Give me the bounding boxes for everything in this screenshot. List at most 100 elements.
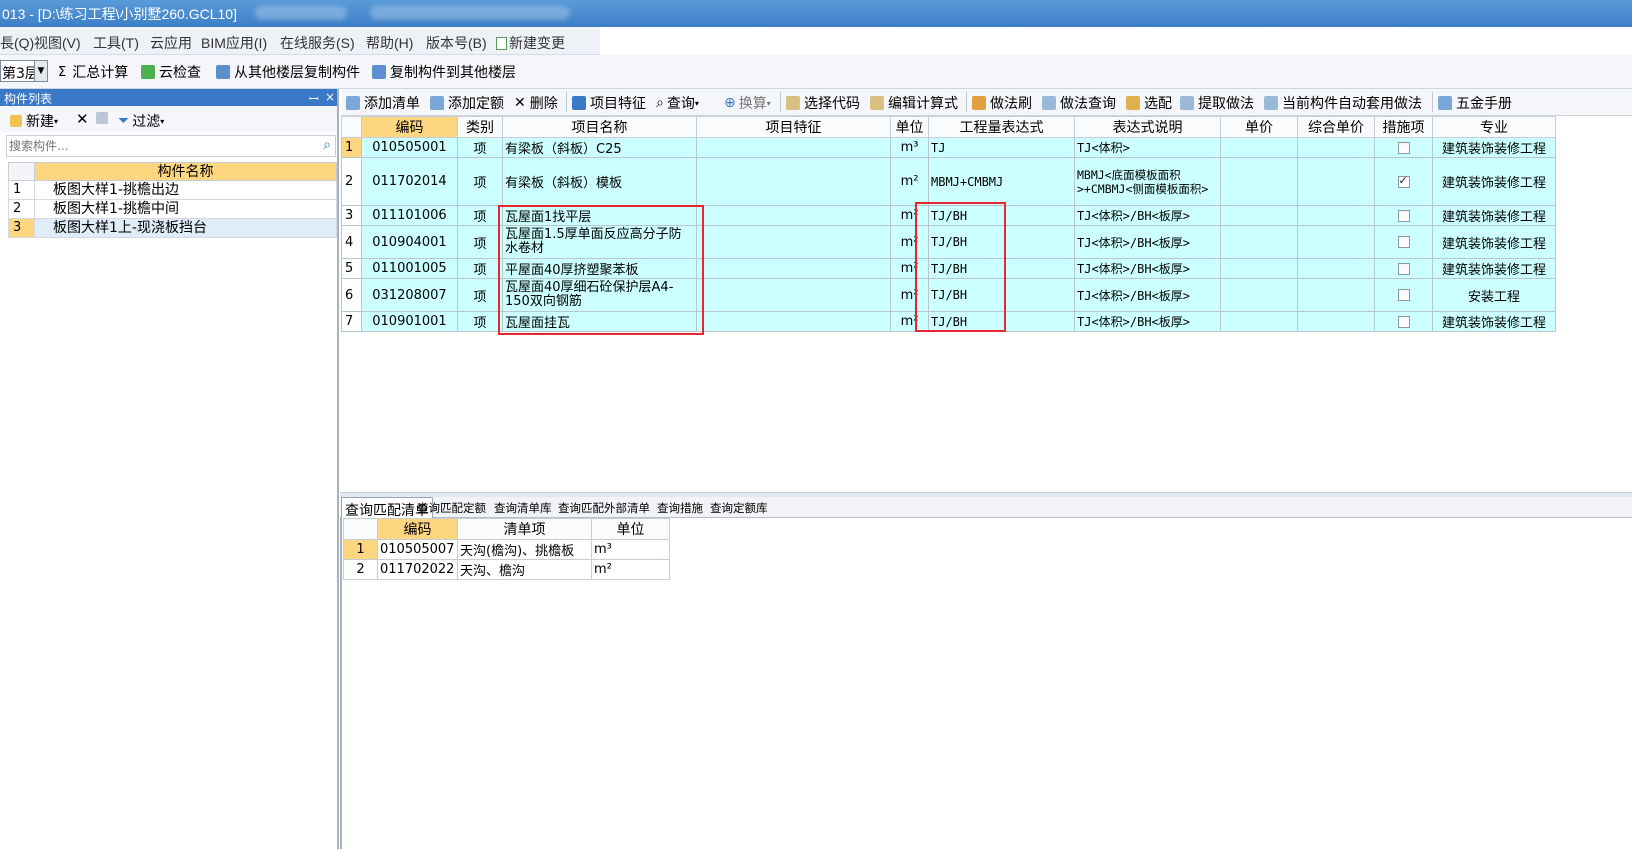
cell-name[interactable]: 有梁板（斜板）模板 xyxy=(502,157,697,206)
cell-price[interactable] xyxy=(1220,157,1298,206)
delete-button[interactable]: ✕ 删除 xyxy=(514,93,558,113)
tab-query-quota-library[interactable]: 查询定额库 xyxy=(710,500,768,516)
cell-code[interactable]: 011001005 xyxy=(361,258,458,279)
edit-formula-button[interactable]: 编辑计算式 xyxy=(870,93,958,113)
cell-expression[interactable]: MBMJ+CMBMJ xyxy=(928,157,1075,206)
item-feature-button[interactable]: 项目特征 xyxy=(572,93,646,113)
component-row[interactable]: 1 板图大样1-挑檐出边 xyxy=(8,181,337,200)
cell-name[interactable]: 有梁板（斜板）C25 xyxy=(502,137,697,158)
filter-button[interactable]: ⏷ 过滤 ▾ xyxy=(118,111,164,131)
cell-code[interactable]: 011702014 xyxy=(361,157,458,206)
column-header-name[interactable]: 构件名称 xyxy=(35,163,336,180)
column-header-unit[interactable]: 单位 xyxy=(591,518,670,540)
measure-checkbox-checked[interactable] xyxy=(1397,174,1410,188)
column-header-bill-item[interactable]: 清单项 xyxy=(457,518,592,540)
component-row[interactable]: 2 板图大样1-挑檐中间 xyxy=(8,200,337,219)
cell-major[interactable]: 建筑装饰装修工程 xyxy=(1432,258,1556,279)
cell-feature[interactable] xyxy=(696,258,891,279)
column-header-feature[interactable]: 项目特征 xyxy=(696,116,891,138)
method-query-button[interactable]: 做法查询 xyxy=(1042,93,1116,113)
delete-component-button[interactable]: ✕ xyxy=(76,110,89,128)
cell-major[interactable]: 建筑装饰装修工程 xyxy=(1432,157,1556,206)
cell-expression[interactable]: TJ xyxy=(928,137,1075,158)
cell-feature[interactable] xyxy=(696,157,891,206)
cell-major[interactable]: 建筑装饰装修工程 xyxy=(1432,137,1556,158)
menu-item-help[interactable]: 帮助(H) xyxy=(366,33,413,53)
column-header-expression[interactable]: 工程量表达式 xyxy=(928,116,1075,138)
column-header-code[interactable]: 编码 xyxy=(361,116,458,138)
menu-item-new-change[interactable]: 新建变更 xyxy=(496,33,565,53)
hardware-manual-button[interactable]: 五金手册 xyxy=(1438,93,1512,113)
measure-checkbox[interactable] xyxy=(1397,209,1410,222)
component-row-selected[interactable]: 3 板图大样1上-现浇板挡台 xyxy=(8,219,337,238)
pin-icon[interactable]: ꟷ xyxy=(309,90,319,107)
tab-query-bill-library[interactable]: 查询清单库 xyxy=(494,500,552,516)
column-header-measure[interactable]: 措施项 xyxy=(1374,116,1433,138)
column-header-unit[interactable]: 单位 xyxy=(890,116,929,138)
menu-item-edit[interactable]: 長(Q) xyxy=(0,33,34,53)
cell-code[interactable]: 010901001 xyxy=(361,311,458,332)
cell-type[interactable]: 项 xyxy=(457,258,503,279)
measure-checkbox[interactable] xyxy=(1397,289,1410,301)
cell-major[interactable]: 安装工程 xyxy=(1432,278,1556,312)
match-row[interactable]: 1 010505007 天沟(檐沟)、挑檐板 m³ xyxy=(343,539,670,560)
add-bill-button[interactable]: 添加清单 xyxy=(346,93,420,113)
bill-row[interactable]: 1 010505001 项 有梁板（斜板）C25 m³ TJ TJ<体积> 建筑… xyxy=(341,137,1556,158)
menu-item-view[interactable]: 视图(V) xyxy=(34,33,81,53)
tab-query-measures[interactable]: 查询措施 xyxy=(657,500,703,516)
bill-row[interactable]: 2 011702014 项 有梁板（斜板）模板 m² MBMJ+CMBMJ MB… xyxy=(341,157,1556,206)
match-row[interactable]: 2 011702022 天沟、檐沟 m² xyxy=(343,559,670,580)
cell-unit[interactable]: m² xyxy=(890,157,929,206)
column-header-composite-price[interactable]: 综合单价 xyxy=(1297,116,1375,138)
column-header-major[interactable]: 专业 xyxy=(1432,116,1556,138)
cell-major[interactable]: 建筑装饰装修工程 xyxy=(1432,311,1556,332)
column-header-code[interactable]: 编码 xyxy=(377,518,458,540)
cell-code[interactable]: 031208007 xyxy=(361,278,458,312)
search-input[interactable] xyxy=(9,138,309,154)
cell-code[interactable]: 011101006 xyxy=(361,205,458,226)
cell-feature[interactable] xyxy=(696,311,891,332)
cell-price[interactable] xyxy=(1220,205,1298,226)
measure-checkbox[interactable] xyxy=(1397,141,1410,154)
add-quota-button[interactable]: 添加定额 xyxy=(430,93,504,113)
cell-unit[interactable]: m³ xyxy=(890,137,929,158)
auto-apply-method-button[interactable]: 当前构件自动套用做法 xyxy=(1264,93,1422,113)
query-button[interactable]: ⌕ 查询 ▾ xyxy=(656,93,699,113)
measure-checkbox[interactable] xyxy=(1397,315,1410,328)
chevron-down-icon[interactable]: ▼ xyxy=(34,61,47,81)
cell-type[interactable]: 项 xyxy=(457,157,503,206)
cell-type[interactable]: 项 xyxy=(457,205,503,226)
cell-feature[interactable] xyxy=(696,137,891,158)
measure-checkbox[interactable] xyxy=(1397,262,1410,275)
menu-item-online-service[interactable]: 在线服务(S) xyxy=(280,33,355,53)
extract-method-button[interactable]: 提取做法 xyxy=(1180,93,1254,113)
select-match-button[interactable]: 选配 xyxy=(1126,93,1172,113)
cell-type[interactable]: 项 xyxy=(457,137,503,158)
cell-code[interactable]: 010505001 xyxy=(361,137,458,158)
column-header-expression-desc[interactable]: 表达式说明 xyxy=(1074,116,1221,138)
cell-price[interactable] xyxy=(1220,278,1298,312)
search-icon[interactable]: ⌕ xyxy=(323,137,331,153)
copy-from-floor-button[interactable]: 从其他楼层复制构件 xyxy=(216,62,360,82)
cell-code[interactable]: 010904001 xyxy=(361,225,458,259)
menu-item-version[interactable]: 版本号(B) xyxy=(426,33,487,53)
measure-checkbox[interactable] xyxy=(1397,236,1410,248)
menu-item-cloud[interactable]: 云应用 xyxy=(150,33,192,53)
cell-feature[interactable] xyxy=(696,205,891,226)
copy-component-button[interactable] xyxy=(96,112,112,124)
close-icon[interactable]: × xyxy=(325,90,335,104)
cell-feature[interactable] xyxy=(696,225,891,259)
copy-to-floor-button[interactable]: 复制构件到其他楼层 xyxy=(372,62,516,82)
tab-query-external-bill[interactable]: 查询匹配外部清单 xyxy=(558,500,650,516)
cell-type[interactable]: 项 xyxy=(457,278,503,312)
column-header-price[interactable]: 单价 xyxy=(1220,116,1298,138)
floor-select[interactable]: 第3层 ▼ xyxy=(0,60,48,82)
column-header-type[interactable]: 类别 xyxy=(457,116,503,138)
cloud-check-button[interactable]: 云检查 xyxy=(141,62,201,82)
cell-price[interactable] xyxy=(1220,137,1298,158)
tab-query-match-quota[interactable]: 查询匹配定额 xyxy=(417,500,486,516)
cell-price[interactable] xyxy=(1220,311,1298,332)
select-code-button[interactable]: 选择代码 xyxy=(786,93,860,113)
cell-price[interactable] xyxy=(1220,225,1298,259)
convert-button[interactable]: ⊕ 换算 ▾ xyxy=(724,93,771,113)
